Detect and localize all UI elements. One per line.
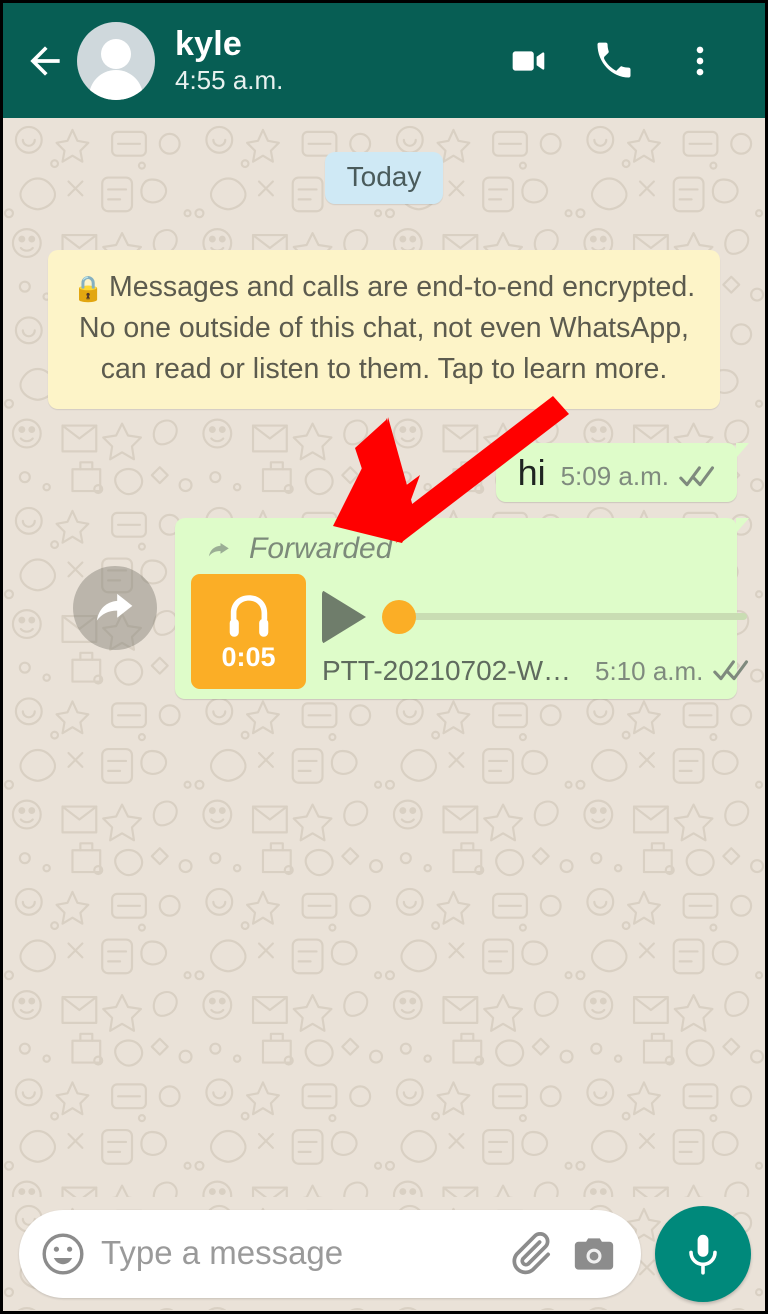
forward-arrow-icon xyxy=(208,542,229,557)
audio-player-row xyxy=(322,570,753,644)
audio-thumbnail[interactable]: 0:05 xyxy=(191,573,306,689)
back-button[interactable] xyxy=(17,33,73,89)
contact-name: kyle xyxy=(175,24,242,63)
encryption-notice[interactable]: 🔒 Messages and calls are end-to-end encry… xyxy=(48,250,720,410)
message-meta: 5:09 a.m. xyxy=(561,461,719,492)
audio-duration: 0:05 xyxy=(221,641,276,672)
camera-icon xyxy=(574,1238,614,1270)
message-time: 5:09 a.m. xyxy=(560,461,669,492)
forwarded-label: Forwarded xyxy=(249,531,393,565)
avatar-body xyxy=(89,69,143,100)
header-actions xyxy=(485,18,743,104)
text-message-content: hi 5:09 a.m. xyxy=(496,443,737,502)
message-composer: Type a message xyxy=(3,1197,765,1311)
encryption-notice-text: Messages and calls are end-to-end encryp… xyxy=(79,271,696,385)
avatar[interactable] xyxy=(77,21,155,100)
seek-knob[interactable] xyxy=(382,599,416,634)
outgoing-bubble-audio[interactable]: Forwarded 0:05 PTT-20210702-W… 5:10 a.m. xyxy=(175,517,749,699)
message-row-text: hi 5:09 a.m. xyxy=(3,443,765,502)
voice-record-button[interactable] xyxy=(655,1206,751,1302)
header-titles[interactable]: kyle 4:55 a.m. xyxy=(175,25,485,96)
audio-file-name: PTT-20210702-W… xyxy=(322,654,571,686)
message-row-audio: Forwarded 0:05 PTT-20210702-W… 5:10 a.m. xyxy=(3,517,765,699)
video-camera-icon xyxy=(512,50,545,71)
voice-call-button[interactable] xyxy=(571,18,657,104)
microphone-icon xyxy=(689,1234,717,1275)
audio-controls: PTT-20210702-W… 5:10 a.m. xyxy=(306,570,753,689)
three-dots-menu-icon xyxy=(696,46,704,75)
smiley-face-icon xyxy=(42,1233,84,1275)
headphones-icon xyxy=(229,595,268,637)
forwarded-label-row: Forwarded xyxy=(191,530,721,570)
avatar-head xyxy=(101,38,131,69)
whatsapp-chat-screen: kyle 4:55 a.m. Today 🔒 Messages and call… xyxy=(0,0,768,1314)
play-triangle-icon[interactable] xyxy=(322,589,366,644)
audio-footer-row: PTT-20210702-W… 5:10 a.m. xyxy=(322,655,753,689)
overflow-menu-button[interactable] xyxy=(657,18,743,104)
emoji-button[interactable] xyxy=(39,1230,87,1278)
lock-icon: 🔒 xyxy=(72,275,104,303)
phone-icon xyxy=(597,42,631,77)
message-text: hi xyxy=(517,452,546,494)
paperclip-icon xyxy=(512,1232,550,1275)
contact-status-time: 4:55 a.m. xyxy=(175,64,284,95)
read-double-check-icon xyxy=(679,466,714,486)
date-divider-row: Today xyxy=(3,152,765,204)
message-time: 5:10 a.m. xyxy=(595,655,704,686)
audio-seek-slider[interactable] xyxy=(382,599,748,634)
chat-header: kyle 4:55 a.m. xyxy=(3,3,765,118)
camera-button[interactable] xyxy=(569,1229,619,1279)
video-call-button[interactable] xyxy=(485,18,571,104)
message-meta: 5:10 a.m. xyxy=(595,656,753,687)
read-double-check-icon xyxy=(713,660,749,681)
date-divider: Today xyxy=(324,152,444,204)
outgoing-bubble-text[interactable]: hi 5:09 a.m. xyxy=(495,443,750,502)
encryption-notice-row: 🔒 Messages and calls are end-to-end encry… xyxy=(3,250,765,410)
message-list[interactable]: Today 🔒 Messages and calls are end-to-end… xyxy=(3,118,765,1197)
message-input-container[interactable]: Type a message xyxy=(19,1210,641,1298)
forward-arrow-icon xyxy=(96,594,133,621)
back-arrow-icon xyxy=(30,45,60,76)
seek-track xyxy=(402,613,748,621)
messages-container: Today 🔒 Messages and calls are end-to-end… xyxy=(3,118,765,1197)
forward-message-button[interactable] xyxy=(73,566,157,651)
attach-button[interactable] xyxy=(505,1229,555,1279)
audio-message-body: 0:05 PTT-20210702-W… 5:10 a.m. xyxy=(191,570,749,689)
message-input[interactable]: Type a message xyxy=(101,1234,491,1275)
